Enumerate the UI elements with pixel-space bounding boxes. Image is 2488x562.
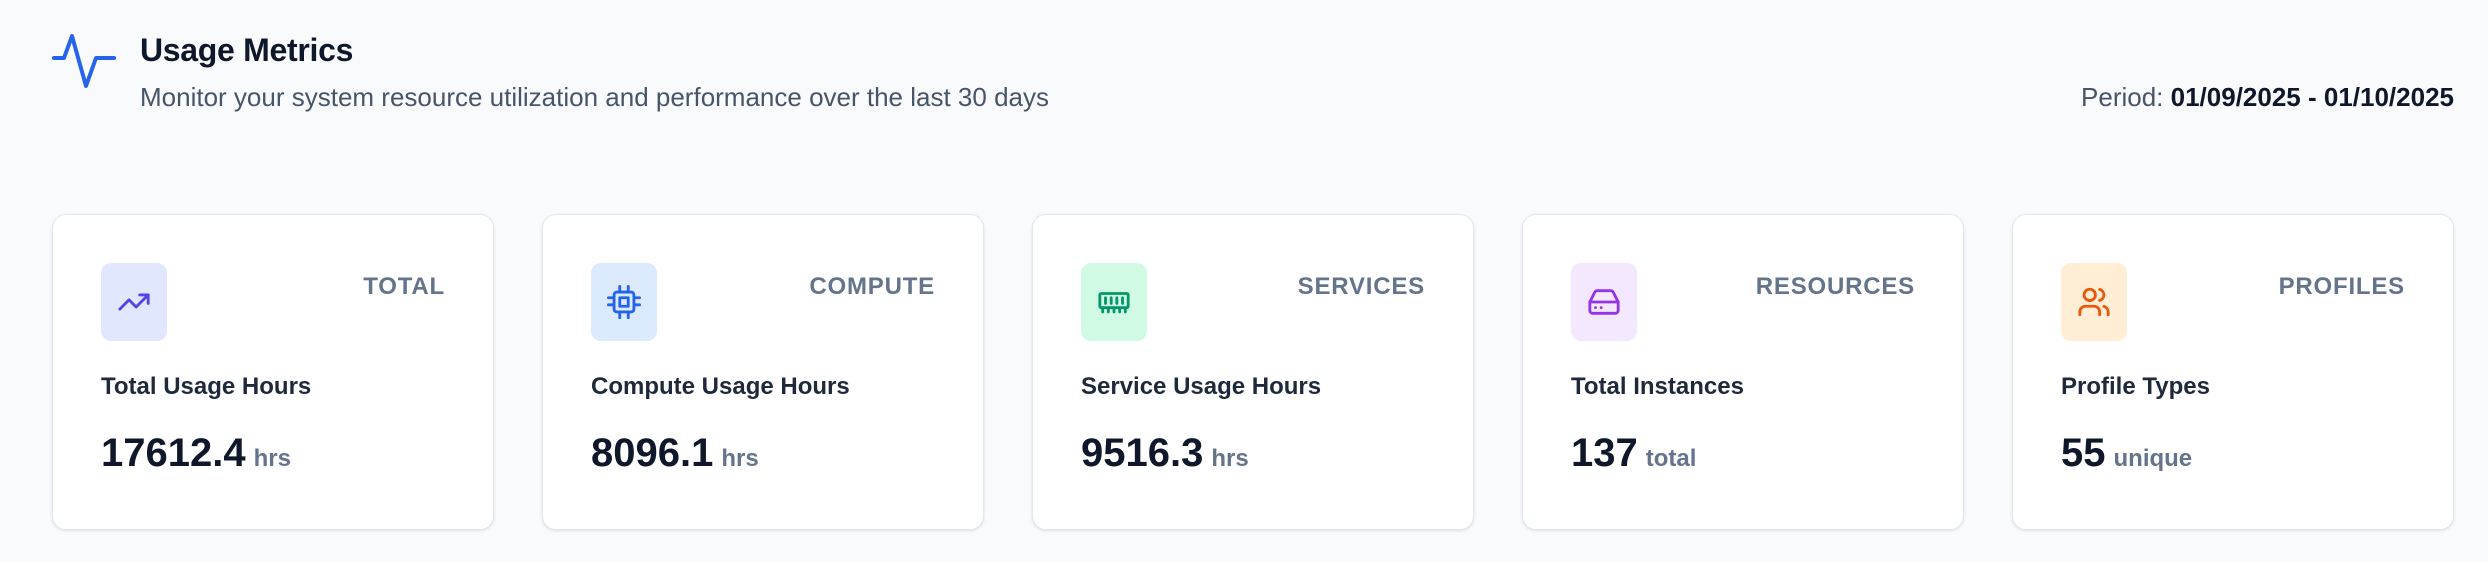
metric-card-total: TOTAL Total Usage Hours 17612.4 hrs [52,214,494,530]
metrics-cards: TOTAL Total Usage Hours 17612.4 hrs COMP… [52,214,2454,530]
users-icon [2078,287,2110,317]
usage-metrics-page: Usage Metrics Monitor your system resour… [0,0,2488,562]
card-value-row: 55 unique [2061,431,2192,476]
card-unit: hrs [721,445,759,472]
card-value-row: 8096.1 hrs [591,431,759,476]
hard-drive-icon-badge [1571,263,1637,341]
card-label: Total Usage Hours [101,373,312,400]
period-value: 01/09/2025 - 01/10/2025 [2170,82,2454,112]
card-label: Profile Types [2061,373,2210,400]
card-value: 17612.4 [101,431,246,475]
metric-card-profiles: PROFILES Profile Types 55 unique [2012,214,2454,530]
card-tag: RESOURCES [1755,273,1915,300]
metric-card-compute: COMPUTE Compute Usage Hours 8096.1 hrs [542,214,984,530]
cpu-icon [607,285,641,319]
memory-stick-icon-badge [1081,263,1147,341]
users-icon-badge [2061,263,2127,341]
card-tag: PROFILES [2278,273,2405,300]
period-label: Period: [2081,82,2164,112]
card-label: Service Usage Hours [1081,373,1322,400]
card-value: 55 [2061,431,2106,475]
card-value: 137 [1571,431,1638,475]
card-value: 9516.3 [1081,431,1204,475]
page-subtitle: Monitor your system resource utilization… [140,82,1049,112]
card-unit: hrs [1211,445,1249,472]
card-tag: TOTAL [363,273,445,300]
card-value: 8096.1 [591,431,714,475]
cpu-icon-badge [591,263,657,341]
period-display: Period: 01/09/2025 - 01/10/2025 [2081,82,2454,113]
card-value-row: 137 total [1571,431,1696,476]
memory-stick-icon [1098,292,1130,314]
card-unit: total [1645,445,1697,472]
page-header: Usage Metrics Monitor your system resour… [52,28,2454,128]
card-unit: unique [2113,445,2193,472]
trending-up-icon [118,293,150,311]
card-label: Compute Usage Hours [591,373,850,400]
metric-card-services: SERVICES Service Usage Hours 9516.3 hrs [1032,214,1474,530]
card-unit: hrs [253,445,291,472]
card-tag: SERVICES [1297,273,1425,300]
metric-card-resources: RESOURCES Total Instances 137 total [1522,214,1964,530]
card-label: Total Instances [1571,373,1744,400]
card-value-row: 9516.3 hrs [1081,431,1249,476]
card-value-row: 17612.4 hrs [101,431,291,476]
hard-drive-icon [1588,289,1620,315]
trending-up-icon-badge [101,263,167,341]
card-tag: COMPUTE [809,273,935,300]
page-title: Usage Metrics [140,32,354,68]
activity-icon [52,34,116,88]
